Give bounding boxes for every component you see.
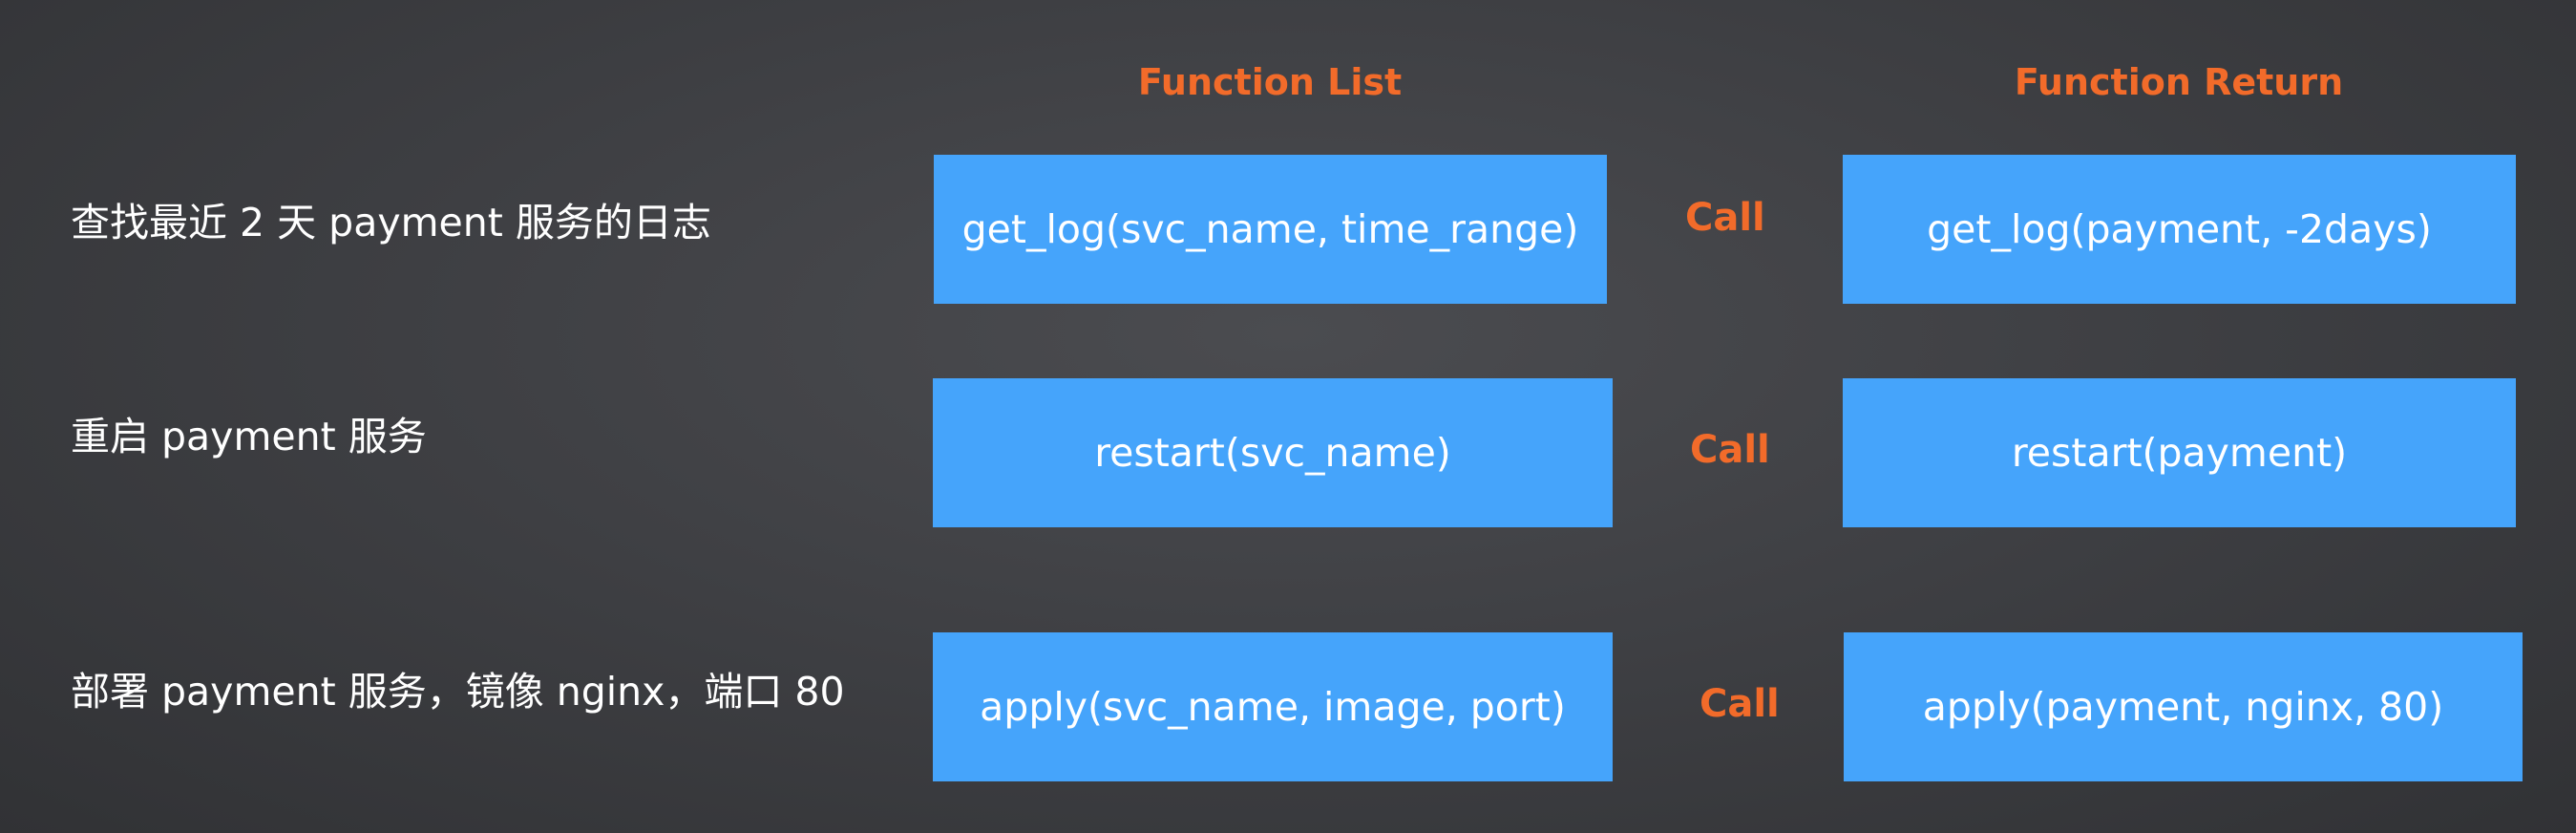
request-text-log: 查找最近 2 天 payment 服务的日志 bbox=[71, 200, 711, 246]
function-box-apply: apply(svc_name, image, port) bbox=[933, 632, 1613, 781]
function-box-restart: restart(svc_name) bbox=[933, 378, 1613, 527]
return-box-restart: restart(payment) bbox=[1843, 378, 2516, 527]
return-box-apply: apply(payment, nginx, 80) bbox=[1844, 632, 2523, 781]
request-text-restart: 重启 payment 服务 bbox=[71, 414, 427, 459]
request-text-apply: 部署 payment 服务，镜像 nginx，端口 80 bbox=[71, 669, 845, 715]
function-list-header: Function List bbox=[1137, 61, 1403, 103]
function-return-header: Function Return bbox=[2014, 61, 2344, 103]
call-label-restart: Call bbox=[1690, 428, 1770, 472]
function-box-get-log: get_log(svc_name, time_range) bbox=[934, 155, 1607, 304]
call-label-apply: Call bbox=[1700, 682, 1780, 726]
return-box-get-log: get_log(payment, -2days) bbox=[1843, 155, 2516, 304]
call-label-log: Call bbox=[1685, 196, 1765, 240]
